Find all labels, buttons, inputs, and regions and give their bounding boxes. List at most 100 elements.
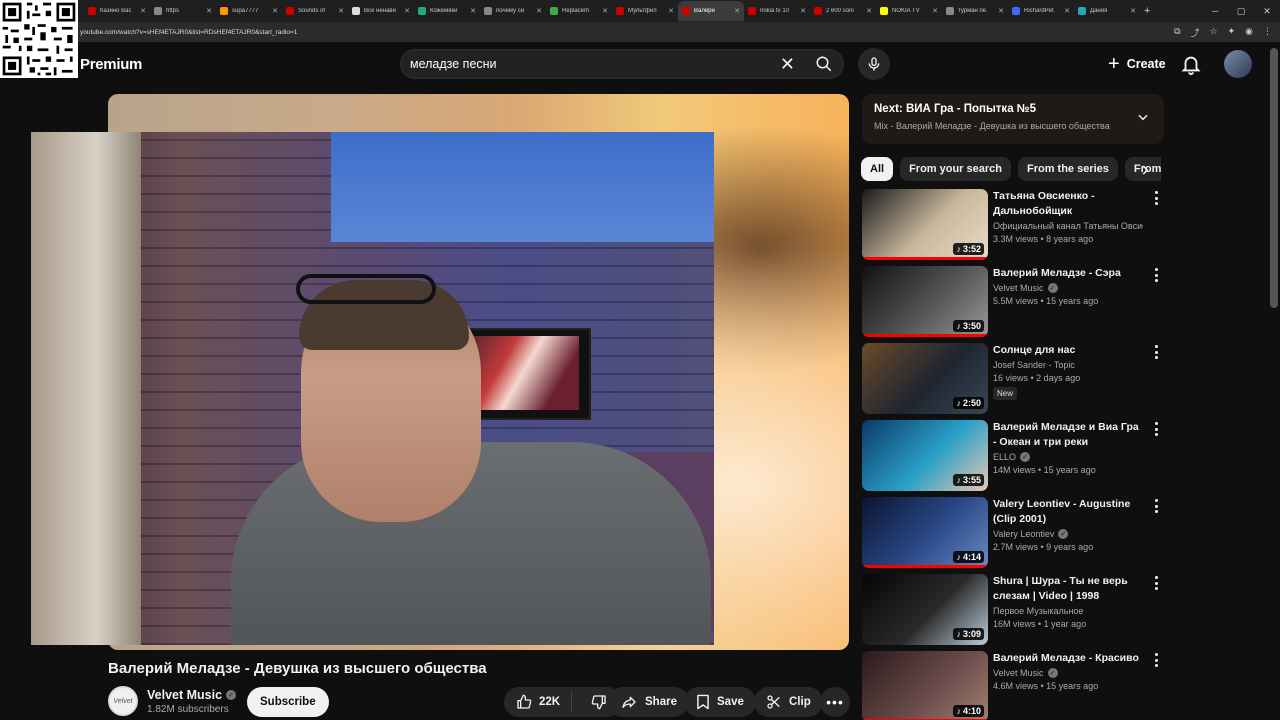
search-input[interactable] [410, 57, 770, 71]
browser-menu-icon[interactable]: ⋮ [1263, 26, 1272, 39]
recommendation-item[interactable]: ♪ 3:55 Валерий Меладзе и Виа Гра - Океан и… [862, 420, 1162, 492]
tab-close-icon[interactable]: ✕ [404, 7, 410, 15]
browser-tab[interactable]: почему си ✕ [480, 1, 546, 21]
video-thumbnail[interactable]: ♪ 3:52 [862, 189, 988, 260]
save-button[interactable]: Save [684, 687, 756, 717]
browser-tab[interactable]: nokia tv 10 ✕ [744, 1, 810, 21]
browser-tab[interactable]: Replacem ✕ [546, 1, 612, 21]
recommendation-title[interactable]: Валерий Меладзе - Красиво [993, 651, 1143, 666]
browser-tab[interactable]: Дания ✕ [1074, 1, 1140, 21]
share-icon[interactable]: ⤴ [1191, 26, 1200, 39]
maximize-button[interactable]: ▢ [1228, 0, 1254, 22]
video-thumbnail[interactable]: ♪ 2:50 [862, 343, 988, 414]
filter-chip[interactable]: From your search [900, 157, 1011, 181]
recommendation-title[interactable]: Солнце для нас [993, 343, 1143, 358]
browser-tab[interactable]: supa7777 ✕ [216, 1, 282, 21]
recommendation-item[interactable]: ♪ 3:09 Shura | Шура - Ты не верь слезам | … [862, 574, 1162, 646]
account-avatar[interactable] [1224, 50, 1252, 78]
up-next-panel[interactable]: Next: ВИА Гра - Попытка №5 Mix - Валерий… [862, 94, 1164, 144]
address-bar[interactable]: youtube.com/watch?v=sHEf4ETAJR0&list=RDs… [0, 22, 1280, 42]
more-options-icon[interactable] [1152, 191, 1160, 205]
youtube-premium-logo[interactable]: Premium [80, 56, 142, 73]
channel-name[interactable]: Velvet Music ✓ [147, 688, 237, 702]
tab-close-icon[interactable]: ✕ [272, 7, 278, 15]
browser-tab[interactable]: RichardPet ✕ [1008, 1, 1074, 21]
tab-close-icon[interactable]: ✕ [206, 7, 212, 15]
more-options-icon[interactable] [1152, 345, 1160, 359]
recommendation-item[interactable]: ♪ 4:14 Valery Leontiev - Augustine (Clip 2… [862, 497, 1162, 569]
more-options-icon[interactable] [1152, 499, 1160, 513]
tab-close-icon[interactable]: ✕ [1130, 7, 1136, 15]
close-window-button[interactable]: ✕ [1254, 0, 1280, 22]
chevron-down-icon[interactable] [1136, 110, 1150, 124]
recommendation-channel[interactable]: Velvet Music ✓ [993, 283, 1143, 293]
recommendation-item[interactable]: ♪ 3:50 Валерий Меладзе - Сэра Velvet Music ✓… [862, 266, 1162, 338]
recommendation-title[interactable]: Valery Leontiev - Augustine (Clip 2001) [993, 497, 1143, 527]
subscribe-button[interactable]: Subscribe [247, 687, 329, 717]
browser-tab[interactable]: Казино Вас ✕ [84, 1, 150, 21]
tab-close-icon[interactable]: ✕ [470, 7, 476, 15]
new-tab-icon[interactable]: + [1144, 5, 1150, 17]
recommendation-title[interactable]: Shura | Шура - Ты не верь слезам | Video… [993, 574, 1143, 604]
channel-avatar[interactable]: Velvet [108, 686, 138, 716]
tab-close-icon[interactable]: ✕ [1064, 7, 1070, 15]
browser-tab[interactable]: турман пе ✕ [942, 1, 1008, 21]
open-in-app-icon[interactable]: ⧉ [1174, 26, 1180, 39]
clip-button[interactable]: Clip [754, 687, 823, 717]
scrollbar-thumb[interactable] [1270, 48, 1278, 308]
browser-tab[interactable]: https ✕ [150, 1, 216, 21]
recommendation-channel[interactable]: Первое Музыкальное [993, 606, 1143, 616]
tab-close-icon[interactable]: ✕ [140, 7, 146, 15]
tab-close-icon[interactable]: ✕ [866, 7, 872, 15]
notifications-bell-icon[interactable] [1180, 52, 1202, 76]
video-thumbnail[interactable]: ♪ 3:09 [862, 574, 988, 645]
more-options-icon[interactable] [1152, 422, 1160, 436]
tab-close-icon[interactable]: ✕ [734, 7, 740, 15]
recommendation-title[interactable]: Валерий Меладзе и Виа Гра - Океан и три … [993, 420, 1143, 450]
more-actions-button[interactable]: ••• [820, 687, 850, 717]
clear-search-icon[interactable]: ✕ [780, 54, 795, 75]
recommendation-title[interactable]: Валерий Меладзе - Сэра [993, 266, 1143, 281]
recommendation-channel[interactable]: Velvet Music ✓ [993, 668, 1143, 678]
recommendation-item[interactable]: ♪ 3:52 Татьяна Овсиенко - Дальнобойщик Офиц… [862, 189, 1162, 261]
browser-tab[interactable]: NOKIA TV ✕ [876, 1, 942, 21]
tab-close-icon[interactable]: ✕ [800, 7, 806, 15]
video-thumbnail[interactable]: ♪ 3:50 [862, 266, 988, 337]
tab-close-icon[interactable]: ✕ [338, 7, 344, 15]
bookmark-star-icon[interactable]: ☆ [1210, 26, 1218, 39]
browser-tab[interactable]: Sounds of ✕ [282, 1, 348, 21]
more-options-icon[interactable] [1152, 653, 1160, 667]
minimize-button[interactable]: ─ [1202, 0, 1228, 22]
tab-close-icon[interactable]: ✕ [668, 7, 674, 15]
filter-chip[interactable]: From the series [1017, 157, 1118, 181]
recommendation-channel[interactable]: Josef Sander - Topic [993, 360, 1143, 370]
chevron-right-icon[interactable] [1138, 163, 1152, 177]
tab-close-icon[interactable]: ✕ [536, 7, 542, 15]
recommendation-channel[interactable]: Valery Leontiev ✓ [993, 529, 1143, 539]
browser-tab[interactable]: Валери ✕ [678, 1, 744, 21]
video-thumbnail[interactable]: ♪ 4:14 [862, 497, 988, 568]
recommendation-title[interactable]: Татьяна Овсиенко - Дальнобойщик [993, 189, 1143, 219]
tab-close-icon[interactable]: ✕ [998, 7, 1004, 15]
voice-search-button[interactable] [858, 48, 890, 80]
recommendation-channel[interactable]: Официальный канал Татьяны Овсиенко [993, 221, 1143, 231]
page-scrollbar[interactable] [1270, 48, 1278, 648]
more-options-icon[interactable] [1152, 576, 1160, 590]
tab-close-icon[interactable]: ✕ [602, 7, 608, 15]
browser-tab[interactable]: Все ненави ✕ [348, 1, 414, 21]
search-button[interactable] [804, 49, 844, 79]
profile-icon[interactable]: ◉ [1245, 26, 1253, 39]
browser-tab[interactable]: Мультфил ✕ [612, 1, 678, 21]
browser-tab[interactable]: Кожемяки ✕ [414, 1, 480, 21]
extension-icon[interactable]: ✦ [1228, 26, 1236, 39]
create-button[interactable]: + Create [1100, 49, 1174, 79]
browser-tab[interactable]: 2 600 soni ✕ [810, 1, 876, 21]
like-button[interactable]: 22K [504, 692, 573, 712]
video-thumbnail[interactable]: ♪ 4:10 [862, 651, 988, 720]
share-button[interactable]: Share [608, 687, 689, 717]
recommendation-item[interactable]: ♪ 2:50 Солнце для нас Josef Sander - Topic 1… [862, 343, 1162, 415]
search-box[interactable]: ✕ [400, 49, 806, 79]
more-options-icon[interactable] [1152, 268, 1160, 282]
recommendation-item[interactable]: ♪ 4:10 Валерий Меладзе - Красиво Velvet Mus… [862, 651, 1162, 720]
tab-close-icon[interactable]: ✕ [932, 7, 938, 15]
